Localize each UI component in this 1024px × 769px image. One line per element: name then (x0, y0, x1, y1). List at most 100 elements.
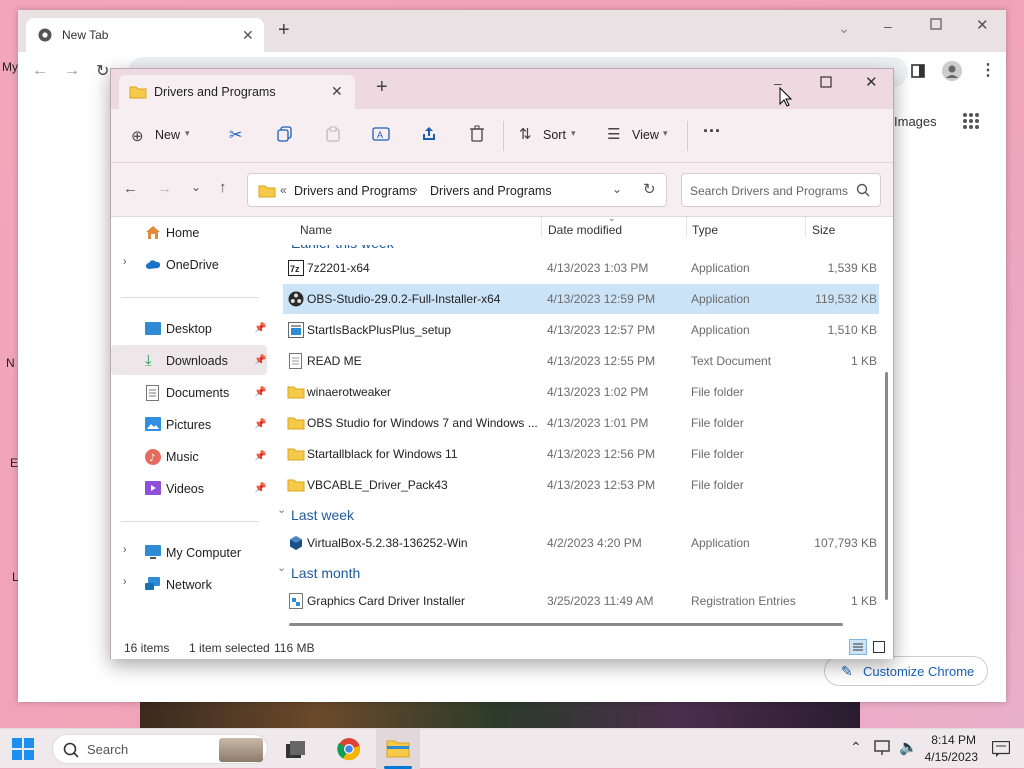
images-link[interactable]: Images (894, 114, 937, 129)
profile-avatar-icon[interactable] (942, 61, 962, 81)
view-button[interactable]: View (632, 128, 659, 142)
chevron-down-icon[interactable]: ⌄ (277, 503, 286, 516)
cut-icon[interactable]: ✂ (229, 125, 242, 145)
nav-item-onedrive[interactable]: › OneDrive (111, 249, 267, 279)
taskbar-search[interactable]: Search (52, 734, 268, 764)
rename-icon[interactable]: A (372, 126, 390, 142)
file-row[interactable]: 7z 7z2201-x64 4/13/2023 1:03 PM Applicat… (283, 253, 879, 283)
copy-icon[interactable] (277, 126, 293, 142)
pin-icon[interactable]: 📌 (254, 419, 266, 430)
new-tab-icon[interactable]: + (376, 77, 388, 97)
nav-item-mycomputer[interactable]: › My Computer (111, 537, 267, 567)
kebab-menu-icon[interactable]: ⋮ (980, 60, 996, 80)
details-view-icon[interactable] (849, 639, 867, 655)
close-icon[interactable]: ✕ (865, 73, 878, 91)
paste-icon[interactable] (325, 126, 341, 142)
speaker-icon[interactable]: 🔈 (899, 738, 918, 756)
close-tab-icon[interactable]: ✕ (331, 83, 343, 100)
recent-locations-icon[interactable]: ⌄ (191, 180, 201, 194)
pin-icon[interactable]: 📌 (254, 387, 266, 398)
folder-row[interactable]: Startallblack for Windows 11 4/13/2023 1… (283, 439, 879, 469)
nav-item-desktop[interactable]: Desktop 📌 (111, 313, 267, 343)
breadcrumb-item[interactable]: Drivers and Programs (430, 184, 552, 198)
share-icon[interactable] (421, 126, 437, 142)
nav-label: Videos (166, 482, 204, 496)
file-row[interactable]: Graphics Card Driver Installer 3/25/2023… (283, 586, 879, 616)
nav-item-network[interactable]: › Network (111, 569, 267, 599)
nav-item-pictures[interactable]: Pictures 📌 (111, 409, 267, 439)
group-header-lastmonth[interactable]: Last month (291, 565, 360, 581)
refresh-icon[interactable]: ↻ (643, 180, 656, 198)
chrome-tab-new[interactable]: New Tab ✕ (26, 18, 264, 52)
forward-icon[interactable]: → (64, 62, 80, 80)
search-box[interactable]: Search Drivers and Programs (681, 173, 881, 207)
sidepanel-icon[interactable] (911, 64, 925, 78)
file-type: Application (691, 323, 750, 337)
column-header-name[interactable]: Name (300, 223, 332, 237)
display-icon[interactable] (874, 740, 892, 756)
windows-start-icon[interactable] (12, 738, 34, 760)
clock-date[interactable]: 4/15/2023 (922, 750, 978, 764)
tiles-view-icon[interactable] (873, 641, 885, 653)
chevron-right-icon[interactable]: › (123, 576, 127, 588)
folder-row[interactable]: VBCABLE_Driver_Pack43 4/13/2023 12:53 PM… (283, 470, 879, 500)
chevron-right-icon[interactable]: › (123, 544, 127, 556)
more-options-icon[interactable]: ··· (703, 121, 721, 142)
group-header-lastweek[interactable]: Last week (291, 507, 354, 523)
minimize-icon[interactable]: – (884, 18, 892, 34)
nav-item-documents[interactable]: Documents 📌 (111, 377, 267, 407)
file-row[interactable]: READ ME 4/13/2023 12:55 PM Text Document… (283, 346, 879, 376)
folder-row[interactable]: winaerotweaker 4/13/2023 1:02 PM File fo… (283, 377, 879, 407)
new-tab-icon[interactable]: + (278, 20, 290, 40)
apps-grid-icon[interactable] (962, 112, 980, 130)
file-row[interactable]: StartIsBackPlusPlus_setup 4/13/2023 12:5… (283, 315, 879, 345)
back-icon[interactable]: ← (123, 180, 138, 197)
file-row[interactable]: VirtualBox-5.2.38-136252-Win 4/2/2023 4:… (283, 528, 879, 558)
pin-icon[interactable]: 📌 (254, 483, 266, 494)
task-view-icon[interactable] (286, 741, 306, 759)
horizontal-scrollbar[interactable] (289, 623, 843, 626)
vertical-scrollbar[interactable] (885, 372, 888, 600)
nav-item-downloads[interactable]: ⤓ Downloads 📌 (111, 345, 267, 375)
new-button[interactable]: New (155, 128, 180, 142)
pin-icon[interactable]: 📌 (254, 323, 266, 334)
explorer-taskbar-button[interactable] (376, 729, 420, 769)
chevron-down-icon[interactable]: ⌄ (277, 561, 286, 574)
nav-item-music[interactable]: ♪ Music 📌 (111, 441, 267, 471)
desktop-icon-label[interactable]: My (2, 60, 18, 74)
chevron-down-icon[interactable]: ⌄ (838, 20, 850, 37)
customize-chrome-button[interactable]: ✎ Customize Chrome (824, 656, 988, 686)
clock-time[interactable]: 8:14 PM (926, 733, 976, 747)
file-row-selected[interactable]: OBS-Studio-29.0.2-Full-Installer-x64 4/1… (283, 284, 879, 314)
breadcrumb-item[interactable]: Drivers and Programs (294, 184, 416, 198)
delete-icon[interactable] (469, 125, 485, 142)
folder-row[interactable]: OBS Studio for Windows 7 and Windows ...… (283, 408, 879, 438)
address-box[interactable]: « Drivers and Programs › Drivers and Pro… (247, 173, 667, 207)
pin-icon[interactable]: 📌 (254, 451, 266, 462)
breadcrumb-overflow[interactable]: « (280, 183, 287, 197)
close-tab-icon[interactable]: ✕ (242, 27, 254, 44)
chrome-taskbar-icon[interactable] (337, 737, 361, 761)
desktop-icon-label[interactable]: E (10, 456, 18, 470)
maximize-icon[interactable] (930, 18, 942, 30)
up-icon[interactable]: ↑ (219, 179, 227, 196)
maximize-icon[interactable] (820, 76, 832, 88)
nav-item-videos[interactable]: Videos 📌 (111, 473, 267, 503)
explorer-tab[interactable]: Drivers and Programs ✕ (119, 75, 355, 109)
notification-icon[interactable] (992, 741, 1010, 757)
folder-icon (287, 416, 305, 430)
sort-button[interactable]: Sort (543, 128, 566, 142)
chevron-down-icon[interactable]: ⌄ (612, 182, 622, 196)
desktop-icon-label[interactable]: N (6, 356, 15, 370)
chevron-right-icon[interactable]: › (123, 256, 127, 268)
back-icon[interactable]: ← (32, 62, 48, 80)
column-header-size[interactable]: Size (812, 223, 835, 237)
pin-icon[interactable]: 📌 (254, 355, 266, 366)
column-header-type[interactable]: Type (692, 223, 718, 237)
reload-icon[interactable]: ↻ (96, 61, 109, 81)
chevron-up-icon[interactable]: ⌃ (850, 739, 862, 756)
forward-icon[interactable]: → (157, 180, 172, 197)
column-header-date[interactable]: Date modified (548, 223, 622, 237)
nav-item-home[interactable]: Home (111, 217, 267, 247)
close-icon[interactable]: ✕ (976, 16, 989, 34)
